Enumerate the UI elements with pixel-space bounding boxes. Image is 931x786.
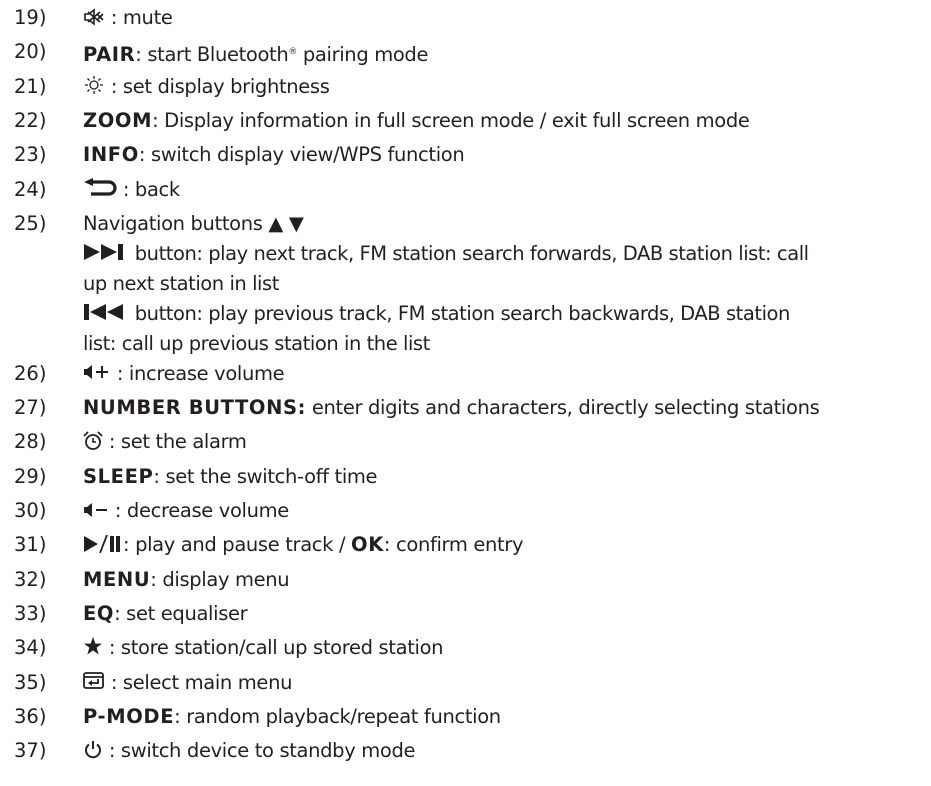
item-text-cont: : confirm entry: [383, 533, 524, 557]
item-text: : set the switch-off time: [153, 464, 378, 488]
item-text: : random playback/repeat function: [174, 704, 501, 728]
list-item: 20) PAIR: start Bluetooth® pairing mode: [0, 37, 931, 67]
next-line-2: up next station in list: [83, 271, 279, 295]
item-number: 34): [14, 636, 47, 660]
list-item: 19) : mute: [0, 3, 931, 33]
list-item: 29) SLEEP: set the switch-off time: [0, 462, 931, 492]
list-item: 21) : set display brightness: [0, 72, 931, 102]
item-number: 26): [14, 361, 47, 385]
alarm-icon: [83, 431, 103, 451]
item-number: 19): [14, 6, 47, 29]
nav-next-description-cont: up next station in list: [83, 269, 928, 299]
item-text: : back: [117, 177, 180, 201]
next-track-icon: [83, 243, 129, 261]
item-text: Navigation buttons ▲ ▼: [83, 211, 304, 235]
item-keyword: ZOOM: [83, 108, 153, 132]
item-keyword: SLEEP: [83, 464, 154, 488]
list-item: 25) Navigation buttons ▲ ▼: [0, 209, 931, 239]
list-item: 27) NUMBER BUTTONS: enter digits and cha…: [0, 393, 931, 423]
item-number: 25): [14, 211, 47, 235]
list-item: 37) : switch device to standby mode: [0, 736, 931, 766]
list-item: 24) : back: [0, 175, 931, 205]
item-keyword-ok: OK: [351, 533, 384, 557]
registered-mark: ®: [288, 47, 298, 58]
item-number: 36): [14, 704, 47, 728]
volume-down-icon: [83, 501, 109, 519]
item-text: : switch display view/WPS function: [138, 143, 465, 167]
item-text: : set display brightness: [105, 74, 330, 98]
nav-prev-description-cont: list: call up previous station in the li…: [83, 329, 928, 359]
item-text: : set the alarm: [103, 430, 247, 454]
main-menu-icon: [83, 672, 105, 690]
list-item: 32) MENU: display menu: [0, 565, 931, 595]
prev-line-2: list: call up previous station in the li…: [83, 331, 430, 355]
list-item: 35) : select main menu: [0, 668, 931, 698]
brightness-icon: [83, 75, 105, 95]
item-keyword: PAIR: [83, 43, 136, 67]
item-keyword: P-MODE: [83, 704, 175, 728]
previous-track-icon: [83, 303, 129, 321]
next-line-1: button: play next track, FM station sear…: [129, 241, 809, 265]
volume-up-icon: [83, 363, 111, 381]
list-item: 31) : play and pause track / OK: confirm…: [0, 530, 931, 560]
item-text: : display menu: [150, 567, 290, 591]
nav-next-description: button: play next track, FM station sear…: [83, 239, 928, 269]
item-number: 27): [14, 396, 47, 420]
item-text: : switch device to standby mode: [103, 739, 416, 763]
item-text: : decrease volume: [109, 499, 289, 522]
item-number: 22): [14, 108, 47, 132]
list-item: 22) ZOOM: Display information in full sc…: [0, 106, 931, 136]
play-pause-icon: [83, 534, 123, 553]
item-number: 20): [14, 40, 47, 64]
star-icon: [83, 637, 103, 656]
list-item: 30) : decrease volume: [0, 496, 931, 526]
item-text: : mute: [105, 6, 173, 29]
item-text: : store station/call up stored station: [103, 636, 444, 660]
item-text: : increase volume: [111, 361, 285, 385]
list-item: 34) : store station/call up stored stati…: [0, 633, 931, 663]
item-number: 23): [14, 143, 47, 167]
item-number: 21): [14, 74, 47, 98]
back-icon: [83, 178, 117, 198]
item-keyword: NUMBER BUTTONS:: [83, 396, 307, 420]
list-item: 26) : increase volume: [0, 359, 931, 389]
item-number: 37): [14, 739, 47, 763]
item-text-cont: pairing mode: [297, 43, 429, 67]
item-number: 35): [14, 670, 47, 694]
item-number: 29): [14, 464, 47, 488]
item-text: : set equaliser: [114, 601, 248, 625]
list-item: 36) P-MODE: random playback/repeat functi…: [0, 702, 931, 732]
item-keyword: EQ: [83, 601, 115, 625]
item-text: enter digits and characters, directly se…: [306, 396, 820, 420]
power-icon: [83, 740, 103, 760]
prev-line-1: button: play previous track, FM station …: [129, 301, 791, 325]
mute-icon: [83, 7, 105, 26]
item-number: 32): [14, 567, 47, 591]
list-item: 33) EQ: set equaliser: [0, 599, 931, 629]
nav-prev-description: button: play previous track, FM station …: [83, 299, 928, 329]
list-item: 28) : set the alarm: [0, 427, 931, 457]
item-text: : select main menu: [105, 670, 293, 694]
list-item: 23) INFO: switch display view/WPS functi…: [0, 140, 931, 170]
item-text: : play and pause track /: [123, 533, 352, 557]
item-number: 30): [14, 499, 47, 522]
item-number: 33): [14, 601, 47, 625]
item-text: : start Bluetooth: [135, 43, 289, 67]
item-keyword: INFO: [83, 143, 139, 167]
item-number: 24): [14, 177, 47, 201]
item-text: : Display information in full screen mod…: [152, 108, 750, 132]
item-number: 28): [14, 430, 47, 454]
item-keyword: MENU: [83, 567, 151, 591]
item-number: 31): [14, 533, 47, 557]
